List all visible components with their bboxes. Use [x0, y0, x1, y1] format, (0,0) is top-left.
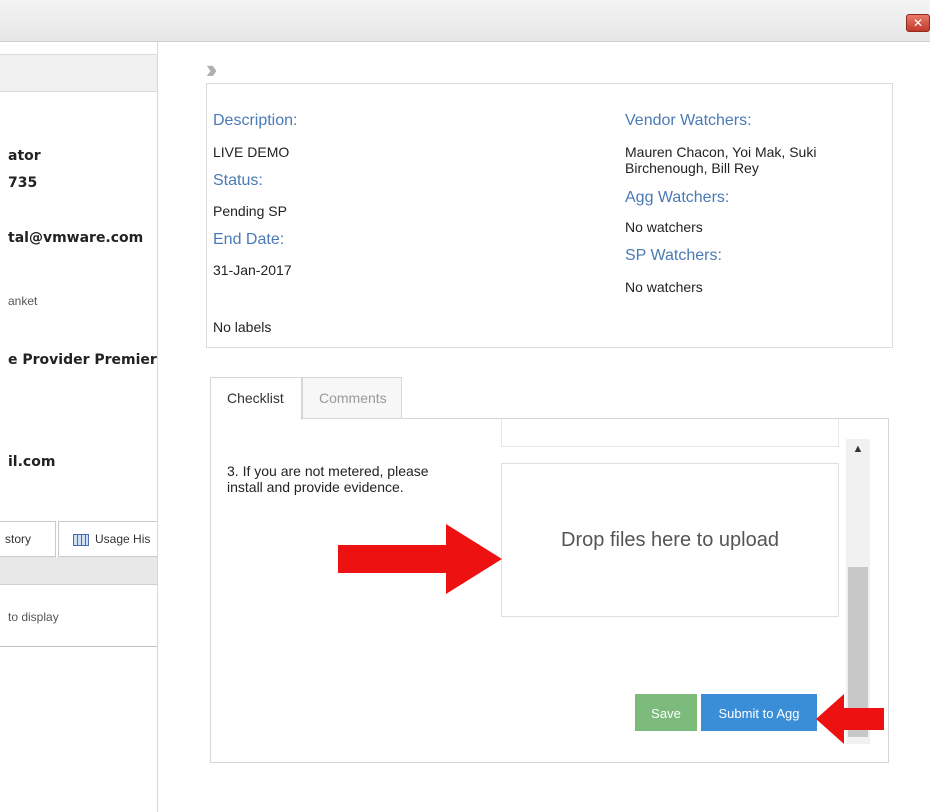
agg-watchers-value: No watchers	[625, 219, 703, 235]
window-titlebar: ✕	[0, 0, 930, 42]
grid-icon	[73, 533, 89, 546]
left-panel-program: e Provider Premier - I	[8, 352, 157, 368]
tab-usage-history[interactable]: Usage His	[58, 521, 157, 557]
left-panel-line-4: anket	[8, 294, 38, 308]
end-date-label: End Date:	[213, 231, 285, 248]
ticket-details-card: Description: LIVE DEMO Status: Pending S…	[206, 83, 893, 348]
annotation-arrow-left-icon	[816, 694, 884, 744]
save-button[interactable]: Save	[635, 694, 697, 731]
checklist-panel: 3. If you are not metered, please instal…	[210, 418, 889, 763]
labels-value: No labels	[213, 319, 272, 335]
expand-chevron-icon[interactable]: ››	[206, 54, 218, 85]
tab-history[interactable]: story	[0, 521, 56, 557]
grid-header-bar	[0, 557, 157, 585]
left-panel-line-2: 735	[8, 175, 38, 191]
dropzone-label: Drop files here to upload	[561, 528, 779, 551]
close-icon[interactable]: ✕	[906, 14, 930, 32]
status-label: Status:	[213, 172, 263, 189]
divider	[0, 646, 157, 647]
tab-comments[interactable]: Comments	[302, 377, 402, 419]
left-panel-tabs: story Usage His	[0, 521, 157, 557]
left-panel-email-2: il.com	[8, 454, 56, 470]
vendor-watchers-label: Vendor Watchers:	[625, 112, 752, 129]
previous-dropzone	[501, 419, 839, 447]
left-panel-header	[0, 54, 157, 92]
description-label: Description:	[213, 112, 298, 129]
submit-to-agg-button[interactable]: Submit to Agg	[701, 694, 817, 731]
empty-grid-message: to display	[8, 610, 59, 624]
checklist-item-text: 3. If you are not metered, please instal…	[227, 463, 429, 495]
sp-watchers-label: SP Watchers:	[625, 247, 722, 264]
vendor-watchers-value: Mauren Chacon, Yoi Mak, Suki Birchenough…	[625, 144, 817, 176]
sp-watchers-value: No watchers	[625, 279, 703, 295]
background-detail-panel: ator 735 tal@vmware.com anket e Provider…	[0, 42, 158, 812]
file-dropzone[interactable]: Drop files here to upload	[501, 463, 839, 617]
tab-checklist[interactable]: Checklist	[210, 377, 302, 420]
scroll-up-icon[interactable]: ▲	[846, 443, 870, 461]
left-panel-line-1: ator	[8, 148, 41, 164]
left-panel-email: tal@vmware.com	[8, 230, 144, 246]
status-value: Pending SP	[213, 203, 287, 219]
end-date-value: 31-Jan-2017	[213, 262, 292, 278]
description-value: LIVE DEMO	[213, 144, 290, 160]
annotation-arrow-right-icon	[338, 524, 502, 594]
tab-usage-label: Usage His	[95, 532, 151, 546]
agg-watchers-label: Agg Watchers:	[625, 189, 730, 206]
